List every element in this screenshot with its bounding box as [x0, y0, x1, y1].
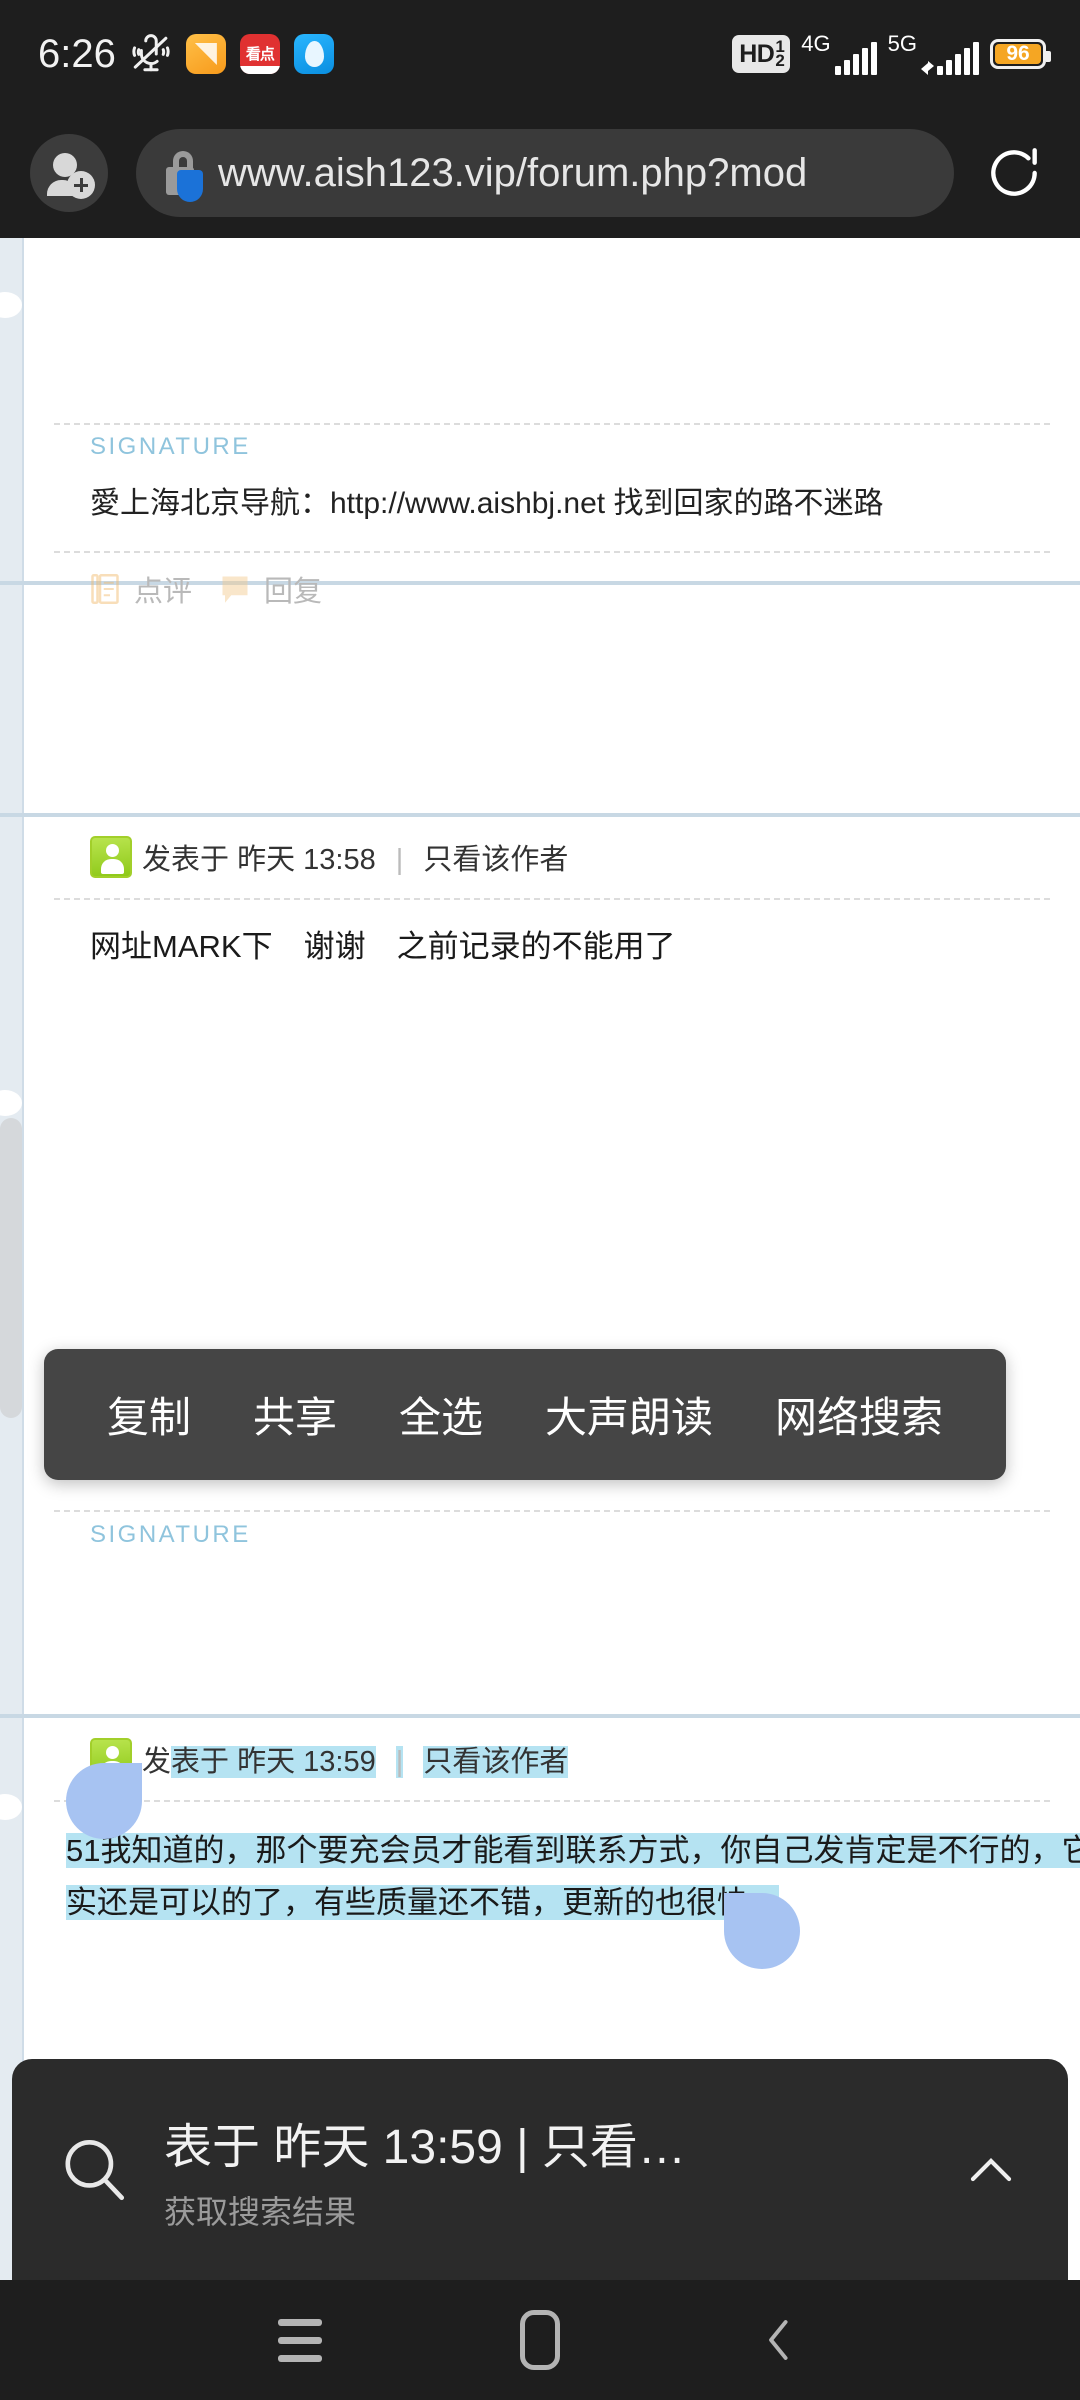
page-scrollbar[interactable]	[0, 1118, 22, 1418]
sim1-network-label: 4G	[801, 31, 831, 56]
lock-icon[interactable]	[164, 151, 203, 202]
reload-icon[interactable]	[978, 137, 1050, 209]
mute-vibrate-icon	[130, 33, 172, 75]
sim1-signal-bars	[834, 41, 877, 75]
search-icon	[54, 2130, 134, 2210]
author-avatar-icon[interactable]	[90, 836, 132, 878]
signature-label: SIGNATURE	[90, 1521, 251, 1548]
context-menu-item-share[interactable]: 共享	[253, 1384, 337, 1445]
signature-text: 愛上海北京导航：http://www.aishbj.net 找到回家的路不迷路	[90, 487, 884, 520]
system-navigation-bar	[0, 2280, 1080, 2400]
hd-label: HD	[739, 39, 775, 68]
actions-divider	[54, 551, 1050, 553]
context-menu-item-web-search[interactable]: 网络搜索	[775, 1384, 943, 1445]
gutter-marker	[0, 1794, 22, 1820]
post-body-bottom-line2-wrap: 实还是可以的了，有些质量还不错，更新的也很快。	[66, 1878, 1080, 1928]
post-meta-text: 发表于 昨天 13:59 | 只看该作者	[142, 1738, 569, 1780]
comment-label: 点评	[134, 576, 193, 608]
meta-separator: |	[395, 1746, 404, 1778]
reply-icon	[220, 572, 250, 606]
kandian-app-icon: 看点	[239, 34, 280, 74]
url-text: www.aish123.vip/forum.php?mod	[218, 150, 808, 195]
sim1-signal-icon: 4G	[801, 31, 877, 75]
post-body-line2: 实还是可以的了，有些质量还不错，更新的也很快。	[66, 1885, 779, 1920]
recents-menu-icon[interactable]	[255, 2295, 345, 2385]
home-icon[interactable]	[495, 2295, 585, 2385]
context-menu-item-select-all[interactable]: 全选	[399, 1384, 483, 1445]
gutter-marker	[0, 292, 22, 318]
sim2-network-label: 5G	[887, 31, 917, 56]
signature-divider	[54, 423, 1050, 425]
battery-percent: 96	[1006, 42, 1030, 65]
context-menu-item-copy[interactable]: 复制	[107, 1384, 191, 1445]
sim2-signal-bars	[937, 41, 979, 75]
reply-label: 回复	[264, 576, 323, 608]
post-actions-top: 点评 回复	[90, 568, 322, 610]
post-meta-middle: 发表于 昨天 13:58 | 只看该作者	[90, 836, 568, 878]
search-query-text: 表于 昨天 13:59 | 只看…	[164, 2120, 686, 2174]
status-clock: 6:26	[38, 31, 116, 76]
search-sheet-texts: 表于 昨天 13:59 | 只看… 获取搜索结果	[164, 2107, 956, 2233]
post-divider	[0, 1714, 1080, 1718]
gutter-divider	[22, 238, 24, 2280]
context-menu-item-read-aloud[interactable]: 大声朗读	[545, 1384, 713, 1445]
hd-sim-stack: 1 2	[775, 38, 785, 70]
hd-voice-icon: HD 1 2	[732, 35, 791, 73]
url-input[interactable]: www.aish123.vip/forum.php?mod	[136, 129, 954, 217]
search-bottom-sheet[interactable]: 表于 昨天 13:59 | 只看… 获取搜索结果	[12, 2059, 1068, 2280]
chevron-up-icon[interactable]	[956, 2135, 1026, 2205]
posted-prefix: 发表于	[142, 844, 230, 876]
signature-divider	[54, 1510, 1050, 1512]
text-selection-context-menu: 复制 共享 全选 大声朗读 网络搜索	[44, 1349, 1006, 1480]
selection-start-handle[interactable]	[66, 1763, 142, 1839]
comment-action[interactable]: 点评	[90, 568, 192, 610]
shield-icon	[177, 170, 203, 202]
only-author-link[interactable]: 只看该作者	[423, 1746, 569, 1778]
posted-time: 昨天 13:58	[237, 844, 376, 876]
status-bar-left: 6:26 看点	[0, 32, 334, 77]
gutter-marker	[0, 1090, 22, 1116]
battery-icon: 96	[990, 39, 1051, 69]
notes-app-icon	[185, 34, 226, 74]
status-bar: 6:26 看点 HD 1 2 4G 5G 96	[0, 0, 1080, 108]
web-page-content: SIGNATURE 愛上海北京导航：http://www.aishbj.net …	[0, 238, 1080, 2280]
hd-sim2: 2	[775, 51, 785, 70]
browser-app-icon	[293, 34, 334, 74]
search-subtitle: 获取搜索结果	[164, 2193, 357, 2230]
post-header-divider	[54, 1800, 1050, 1802]
status-bar-right: HD 1 2 4G 5G 96	[732, 33, 1080, 75]
post-divider	[0, 813, 1080, 817]
comment-icon	[90, 572, 120, 606]
recents-bars	[278, 2318, 322, 2362]
add-profile-icon[interactable]	[30, 134, 108, 212]
posted-prefix-selected: 表于	[171, 1746, 238, 1778]
sim2-signal-icon: 5G	[888, 33, 979, 75]
post-meta-bottom: 发表于 昨天 13:59 | 只看该作者	[90, 1738, 569, 1780]
post-header-divider	[54, 898, 1050, 900]
post-body-middle: 网址MARK下 谢谢 之前记录的不能用了	[90, 929, 676, 964]
back-chevron-icon[interactable]	[735, 2295, 825, 2385]
home-square	[520, 2310, 560, 2370]
post-body-line1: 51我知道的，那个要充会员才能看到联系方式，你自己发肯定是不行的，它上面全是	[66, 1833, 1080, 1868]
reply-action[interactable]: 回复	[220, 568, 322, 610]
post-body-bottom: 51我知道的，那个要充会员才能看到联系方式，你自己发肯定是不行的，它上面全是	[66, 1826, 1080, 1876]
only-author-link[interactable]: 只看该作者	[423, 844, 568, 876]
signature-label: SIGNATURE	[90, 433, 251, 460]
meta-separator: |	[395, 844, 404, 876]
posted-prefix: 发	[142, 1746, 172, 1778]
selection-end-handle[interactable]	[724, 1893, 800, 1969]
profile-plus	[67, 171, 95, 199]
post-meta-text: 发表于 昨天 13:58 | 只看该作者	[142, 836, 568, 878]
data-transfer-icon	[921, 59, 934, 75]
posted-time: 昨天 13:59	[237, 1746, 376, 1778]
kandian-app-label: 看点	[245, 45, 275, 63]
browser-toolbar: www.aish123.vip/forum.php?mod	[0, 108, 1080, 238]
